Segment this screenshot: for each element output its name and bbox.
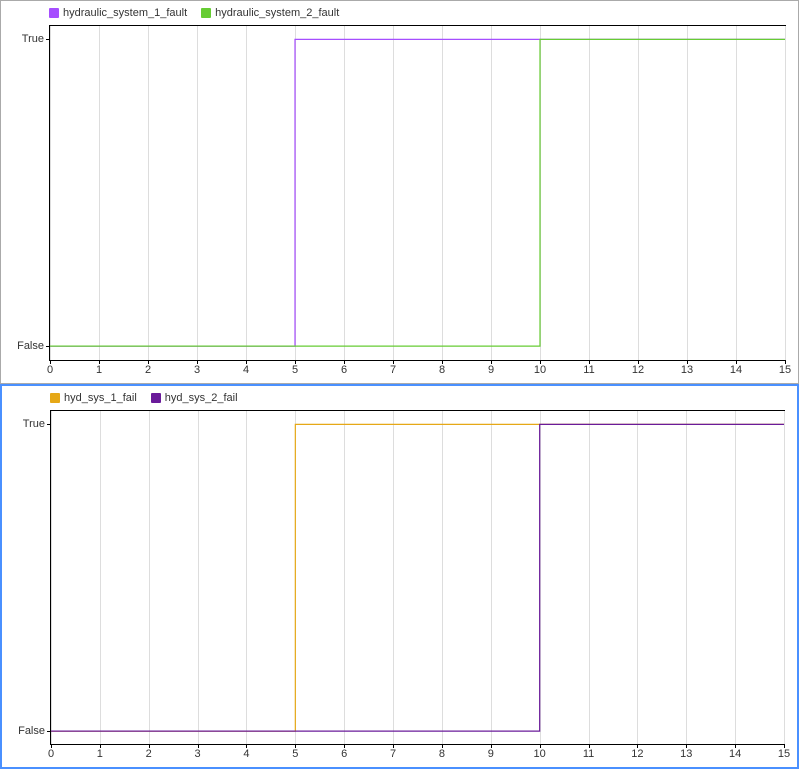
- x-tick-label: 11: [583, 360, 594, 376]
- x-tick-label: 8: [439, 360, 445, 376]
- legend-item: hyd_sys_2_fail: [151, 392, 238, 404]
- y-tick-label: False: [18, 725, 51, 737]
- legend-swatch-icon: [50, 393, 60, 403]
- legend-label: hyd_sys_2_fail: [165, 392, 238, 404]
- legend-item: hydraulic_system_1_fault: [49, 7, 187, 19]
- legend-swatch-icon: [151, 393, 161, 403]
- plot-area: 0123456789101112131415FalseTrue: [50, 410, 785, 746]
- chart-panel-1[interactable]: hyd_sys_1_fail hyd_sys_2_fail 0123456789…: [0, 384, 799, 769]
- x-tick-label: 5: [292, 744, 298, 760]
- x-tick-label: 11: [583, 744, 594, 760]
- plot-region-0[interactable]: 0123456789101112131415FalseTrue: [49, 25, 786, 361]
- x-tick-label: 10: [534, 744, 546, 760]
- x-tick-label: 8: [439, 744, 445, 760]
- y-tick-label: True: [23, 418, 51, 430]
- x-tick-label: 5: [292, 360, 298, 376]
- x-tick-label: 2: [145, 360, 151, 376]
- x-tick-label: 0: [47, 360, 53, 376]
- x-tick-label: 14: [729, 744, 741, 760]
- legend-item: hydraulic_system_2_fault: [201, 7, 339, 19]
- x-tick-label: 4: [243, 360, 249, 376]
- legend-label: hydraulic_system_1_fault: [63, 7, 187, 19]
- plot-area: 0123456789101112131415FalseTrue: [49, 25, 786, 361]
- series-line: [51, 424, 784, 731]
- x-tick-label: 10: [534, 360, 546, 376]
- x-tick-label: 3: [194, 360, 200, 376]
- series-line: [50, 39, 785, 346]
- chart-container: hydraulic_system_1_fault hydraulic_syste…: [0, 0, 799, 769]
- y-tick-label: True: [22, 33, 50, 45]
- legend-swatch-icon: [201, 8, 211, 18]
- x-tick-label: 6: [341, 744, 347, 760]
- legend-label: hydraulic_system_2_fault: [215, 7, 339, 19]
- x-tick-label: 0: [48, 744, 54, 760]
- x-tick-label: 1: [96, 360, 102, 376]
- legend-1: hyd_sys_1_fail hyd_sys_2_fail: [2, 386, 797, 406]
- x-tick-label: 14: [730, 360, 742, 376]
- x-tick-label: 7: [390, 744, 396, 760]
- x-tick-label: 12: [631, 744, 643, 760]
- chart-panel-0[interactable]: hydraulic_system_1_fault hydraulic_syste…: [0, 0, 799, 384]
- x-tick-label: 13: [680, 744, 692, 760]
- y-tick-label: False: [17, 340, 50, 352]
- x-tick-label: 1: [97, 744, 103, 760]
- x-tick-label: 13: [681, 360, 693, 376]
- x-tick-label: 6: [341, 360, 347, 376]
- x-tick-label: 2: [146, 744, 152, 760]
- x-tick-label: 15: [779, 360, 791, 376]
- legend-0: hydraulic_system_1_fault hydraulic_syste…: [1, 1, 798, 21]
- x-tick-label: 9: [488, 744, 494, 760]
- series-line: [51, 424, 784, 731]
- x-tick-label: 9: [488, 360, 494, 376]
- x-tick-label: 7: [390, 360, 396, 376]
- series-line: [50, 39, 785, 346]
- x-tick-label: 4: [243, 744, 249, 760]
- x-tick-label: 3: [195, 744, 201, 760]
- legend-swatch-icon: [49, 8, 59, 18]
- legend-item: hyd_sys_1_fail: [50, 392, 137, 404]
- legend-label: hyd_sys_1_fail: [64, 392, 137, 404]
- x-tick-label: 15: [778, 744, 790, 760]
- x-tick-label: 12: [632, 360, 644, 376]
- plot-region-1[interactable]: 0123456789101112131415FalseTrue: [50, 410, 785, 746]
